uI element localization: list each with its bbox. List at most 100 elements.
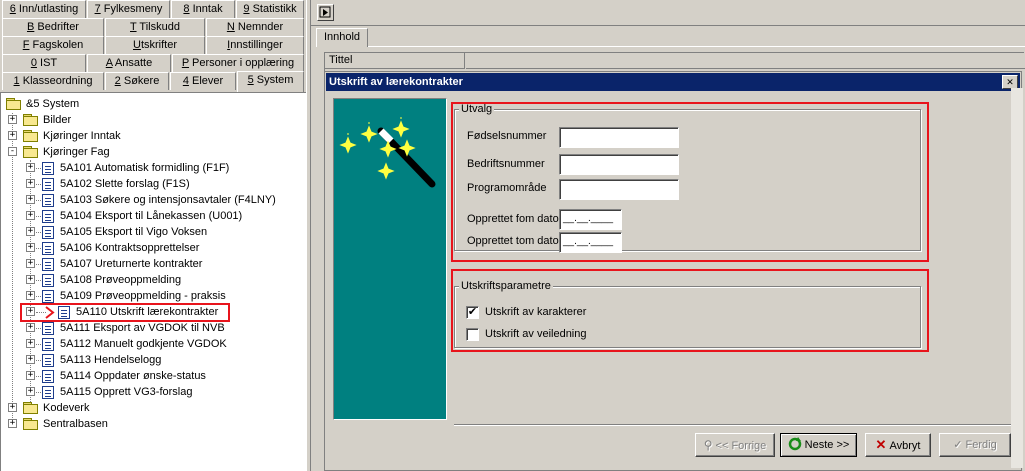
play-button[interactable] [317,4,334,21]
tree-connector [36,216,41,217]
folder-icon [6,98,22,110]
arrow-marker-icon [45,306,55,319]
system-tree[interactable]: &5 System + Bilder + Kjøringer Inntak - … [0,92,306,471]
dialog-title-bar[interactable]: Utskrift av lærekontrakter [326,73,1020,91]
folder-icon [23,130,39,142]
expand-icon[interactable]: + [26,227,35,236]
tree-connector [36,376,41,377]
folder-icon [23,418,39,430]
tree-folder-sentralbasen[interactable]: Sentralbasen [43,416,108,432]
folder-open-icon [23,146,39,158]
report-icon [42,210,54,223]
expand-icon[interactable]: + [26,387,35,396]
report-icon [42,242,54,255]
report-icon [42,194,54,207]
tree-item[interactable]: 5A105 Eksport til Vigo Voksen [60,224,207,240]
tab-system[interactable]: 5 System [237,71,304,92]
report-icon [42,178,54,191]
tab-nemnder[interactable]: N Nemnder [206,18,304,36]
tree-connector [36,328,41,329]
expand-icon[interactable]: + [26,323,35,332]
tree-connector [36,280,41,281]
back-button[interactable]: ⚲ << Forrige [695,433,775,457]
expand-icon[interactable]: + [26,339,35,348]
tree-folder-kodeverk[interactable]: Kodeverk [43,400,89,416]
tab-statistikk[interactable]: 9 Statistikk [236,0,304,18]
tab-klasseordning[interactable]: 1 Klasseordning [2,72,104,90]
expand-icon[interactable]: + [8,115,17,124]
tree-connector [36,200,41,201]
tree-item[interactable]: 5A114 Oppdater ønske-status [60,368,206,384]
tree-item[interactable]: 5A106 Kontraktsopprettelser [60,240,199,256]
tree-item[interactable]: 5A101 Automatisk formidling (F1F) [60,160,229,176]
collapse-icon[interactable]: - [8,147,17,156]
tab-sokere[interactable]: 2 Søkere [105,72,169,90]
wizard-dialog: Utskrift av lærekontrakter ✕ Utvalg Føds… [324,71,1022,471]
expand-icon[interactable]: + [26,163,35,172]
tree-folder-kjoringer-inntak[interactable]: Kjøringer Inntak [43,128,121,144]
next-button[interactable]: Neste >> [780,433,857,457]
expand-icon[interactable]: + [26,291,35,300]
tree-item[interactable]: 5A113 Hendelselogg [60,352,161,368]
checkmark-icon: ✓ [953,439,963,451]
tab-strip: 6 Inn/utlasting 7 Fylkesmeny 8 Inntak 9 … [0,0,306,92]
tab-tilskudd[interactable]: T Tilskudd [105,18,205,36]
tab-ansatte[interactable]: A Ansatte [87,54,171,72]
tab-innhold[interactable]: Innhold [316,28,368,47]
expand-icon[interactable]: + [26,355,35,364]
expand-icon[interactable]: + [26,211,35,220]
column-header-spacer [466,53,1025,69]
expand-icon[interactable]: + [26,371,35,380]
utskriftsparametre-highlight [451,269,929,352]
tree-connector [12,113,13,428]
tab-personer-i-opplaering[interactable]: P Personer i opplæring [172,54,304,72]
utvalg-highlight [451,102,929,262]
tab-inntak[interactable]: 8 Inntak [171,0,235,18]
cancel-button[interactable]: ✕ Avbryt [865,433,931,457]
expand-icon[interactable]: + [8,419,17,428]
wizard-image-panel [333,98,447,420]
tree-item[interactable]: 5A104 Eksport til Lånekassen (U001) [60,208,242,224]
expand-icon[interactable]: + [26,259,35,268]
tab-inn-utlasting[interactable]: 6 Inn/utlasting [2,0,86,18]
tree-root-label[interactable]: &5 System [26,96,79,112]
report-icon [42,274,54,287]
expand-icon[interactable]: + [8,403,17,412]
tab-utskrifter[interactable]: Utskrifter [105,36,205,54]
tree-folder-kjoringer-fag[interactable]: Kjøringer Fag [43,144,110,160]
tree-item[interactable]: 5A108 Prøveoppmelding [60,272,181,288]
report-icon [42,162,54,175]
tree-item[interactable]: 5A103 Søkere og intensjonsavtaler (F4LNY… [60,192,276,208]
magic-wand-icon [339,117,436,188]
tab-fagskolen[interactable]: F Fagskolen [2,36,104,54]
tree-item[interactable]: 5A102 Slette forslag (F1S) [60,176,190,192]
vertical-scrollbar[interactable] [1011,88,1023,468]
tab-fylkesmeny[interactable]: 7 Fylkesmeny [87,0,170,18]
expand-icon[interactable]: + [8,131,17,140]
tab-elever[interactable]: 4 Elever [170,72,236,90]
tab-bedrifter[interactable]: B Bedrifter [2,18,104,36]
expand-icon[interactable]: + [26,195,35,204]
tree-item[interactable]: 5A111 Eksport av VGDOK til NVB [60,320,225,336]
close-button[interactable]: ✕ [1002,75,1018,89]
finish-button[interactable]: ✓ Ferdig [939,433,1011,457]
expand-icon[interactable]: + [26,243,35,252]
close-icon: ✕ [1006,77,1014,87]
tree-connector [36,296,41,297]
column-header-tittel[interactable]: Tittel [325,53,465,69]
tab-ist[interactable]: 0 IST [2,54,86,72]
tree-item[interactable]: 5A109 Prøveoppmelding - praksis [60,288,226,304]
tree-connector [36,344,41,345]
report-icon [42,338,54,351]
expand-icon[interactable]: + [26,275,35,284]
tree-folder-bilder[interactable]: Bilder [43,112,71,128]
report-icon [42,322,54,335]
refresh-icon [788,437,801,451]
tree-connector [36,392,41,393]
tree-item[interactable]: 5A115 Opprett VG3-forslag [60,384,192,400]
tree-item[interactable]: 5A112 Manuelt godkjente VGDOK [60,336,227,352]
tab-innstillinger[interactable]: Innstillinger [206,36,304,54]
walking-figure-icon: ⚲ [703,438,713,452]
tree-item[interactable]: 5A107 Ureturnerte kontrakter [60,256,202,272]
expand-icon[interactable]: + [26,179,35,188]
